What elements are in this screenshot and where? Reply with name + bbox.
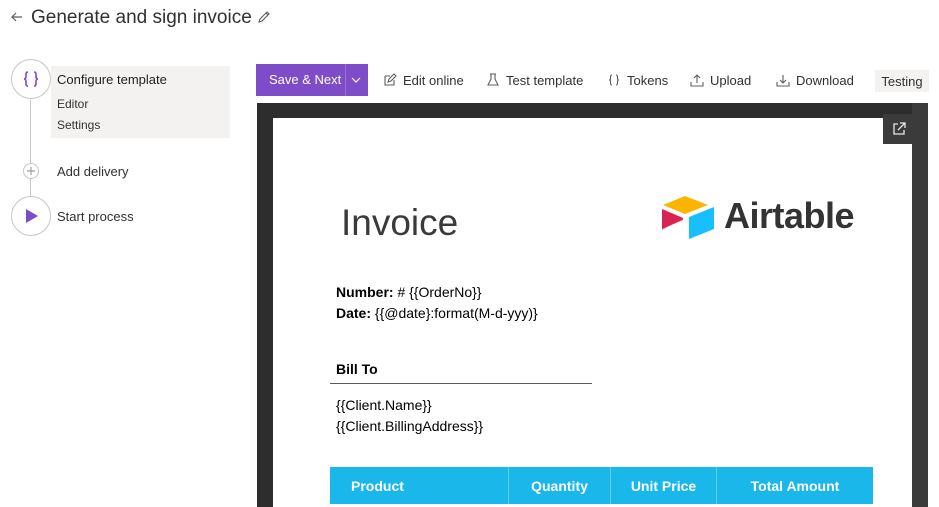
items-table-header: Product Quantity Unit Price Total Amount <box>330 467 873 504</box>
invoice-title: Invoice <box>341 202 459 243</box>
edit-pencil-icon[interactable] <box>256 9 272 25</box>
page-header: Generate and sign invoice <box>0 0 939 38</box>
tokens-button[interactable]: Tokens <box>607 64 668 96</box>
plus-icon <box>27 167 35 175</box>
number-field: Number: # {{OrderNo}} <box>336 284 482 300</box>
test-template-label: Test template <box>506 72 584 88</box>
client-name: {{Client.Name}} <box>336 397 432 413</box>
step-start-process[interactable]: Start process <box>57 209 134 224</box>
date-field: Date: {{@date}:format(M-d-yyy)} <box>336 305 538 321</box>
split-separator <box>345 64 346 96</box>
step-configure-circle[interactable] <box>11 59 51 99</box>
upload-label: Upload <box>710 72 752 88</box>
column-header-total-amount: Total Amount <box>750 477 840 494</box>
upload-button[interactable]: Upload <box>690 64 751 96</box>
bill-to-heading: Bill To <box>336 361 378 377</box>
curly-braces-icon <box>23 71 39 87</box>
column-header-unit-price: Unit Price <box>611 467 717 504</box>
save-next-label: Save & Next <box>269 72 342 87</box>
page-title: Generate and sign invoice <box>31 7 252 28</box>
step-add-delivery[interactable]: Add delivery <box>57 164 129 179</box>
column-header-quantity: Quantity <box>509 467 611 504</box>
date-label: Date: <box>336 305 372 321</box>
download-icon <box>776 75 790 87</box>
test-template-button[interactable]: Test template <box>486 64 583 96</box>
bill-to-divider <box>330 383 592 384</box>
substep-settings[interactable]: Settings <box>57 118 100 132</box>
document-page: Invoice Airtable Number: # {{OrderNo}} D… <box>273 118 912 507</box>
client-address: {{Client.BillingAddress}} <box>336 418 484 434</box>
edit-online-button[interactable]: Edit online <box>383 64 464 96</box>
download-label: Download <box>796 72 854 88</box>
company-logo: Airtable <box>660 194 872 242</box>
tokens-label: Tokens <box>627 72 669 88</box>
beaker-icon <box>487 73 499 86</box>
number-value: # {{OrderNo}} <box>393 284 482 300</box>
step-add-delivery-circle[interactable] <box>23 163 39 179</box>
back-arrow-icon[interactable] <box>9 9 25 25</box>
edit-icon <box>384 73 397 86</box>
upload-icon <box>690 74 704 87</box>
date-value: {{@date}:format(M-d-yyy)} <box>371 305 538 321</box>
curly-braces-icon <box>608 74 620 86</box>
testing-badge[interactable]: Testing <box>875 70 929 92</box>
download-button[interactable]: Download <box>776 64 854 96</box>
column-header-product: Product <box>330 467 509 504</box>
number-label: Number: <box>336 284 394 300</box>
save-next-button[interactable]: Save & Next <box>256 64 368 96</box>
logo-wordmark: Airtable <box>724 195 855 236</box>
open-in-new-window-icon <box>892 122 906 135</box>
substep-editor[interactable]: Editor <box>57 97 88 111</box>
step-start-process-circle[interactable] <box>11 196 51 236</box>
play-icon <box>26 209 38 223</box>
preview-scrollbar[interactable] <box>912 103 928 507</box>
editor-toolbar: Save & Next Edit online Test template To… <box>256 64 939 96</box>
edit-online-label: Edit online <box>403 72 464 88</box>
chevron-down-icon[interactable] <box>351 75 361 85</box>
step-configure-template[interactable]: Configure template <box>57 72 167 87</box>
airtable-logo-icon <box>662 196 714 239</box>
process-stepper: Configure template Editor Settings Add d… <box>0 56 240 256</box>
popout-button[interactable] <box>883 114 914 144</box>
